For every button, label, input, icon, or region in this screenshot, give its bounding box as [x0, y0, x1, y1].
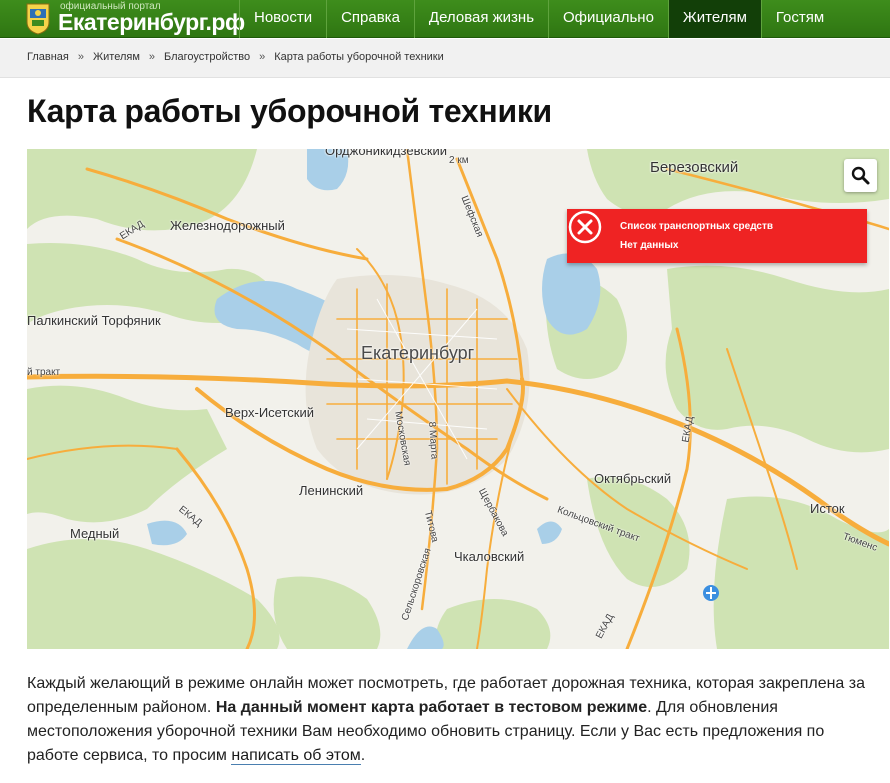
map-label-district: Верх-Исетский [225, 405, 314, 420]
map-label-district: Чкаловский [454, 549, 525, 564]
page-description: Каждый желающий в режиме онлайн может по… [27, 672, 867, 768]
map-search-button[interactable] [844, 159, 877, 192]
description-bold: На данный момент карта работает в тестов… [215, 699, 648, 716]
breadcrumb-separator: » [148, 51, 156, 63]
map-label-city-main: Екатеринбург [361, 343, 475, 363]
portal-title[interactable]: Екатеринбург.рф [58, 8, 245, 36]
nav-item-residents[interactable]: Жителям [667, 0, 761, 38]
coat-of-arms-logo[interactable] [24, 2, 52, 35]
breadcrumb-current: Карта работы уборочной техники [274, 51, 444, 63]
breadcrumb-separator: » [259, 51, 266, 63]
description-end: . [360, 747, 366, 764]
alert-title: Список транспортных средств [620, 221, 774, 232]
close-circle-icon[interactable] [567, 209, 603, 245]
breadcrumb-separator: » [77, 51, 84, 63]
breadcrumb-bar: Главная » Жителям » Благоустройство » Ка… [0, 39, 890, 78]
top-header: официальный портал Екатеринбург.рф Новос… [0, 0, 890, 38]
map-label-city: Березовский [650, 159, 739, 176]
nav-item-official[interactable]: Официально [548, 0, 668, 38]
map-label-locality: Палкинский Торфяник [27, 313, 161, 328]
search-icon [851, 166, 870, 185]
nav-item-guests[interactable]: Гостям [760, 0, 838, 38]
page-title: Карта работы уборочной техники [27, 93, 552, 129]
main-nav: Новости Справка Деловая жизнь Официально… [239, 0, 838, 38]
breadcrumb-home[interactable]: Главная [27, 51, 69, 63]
map-label-locality: Исток [810, 501, 845, 516]
breadcrumb: Главная » Жителям » Благоустройство » Ка… [27, 51, 444, 63]
vehicles-alert: Список транспортных средств Нет данных [567, 209, 867, 263]
alert-text: Нет данных [620, 240, 679, 251]
map-label-district: Орджоникидзевский [325, 149, 448, 158]
map-label-road: й тракт [27, 367, 61, 378]
nav-item-business[interactable]: Деловая жизнь [413, 0, 548, 38]
breadcrumb-residents[interactable]: Жителям [93, 51, 140, 63]
map-label-district: Октябрьский [594, 471, 672, 486]
nav-item-help[interactable]: Справка [326, 0, 414, 38]
map-label-district: Ленинский [299, 483, 364, 498]
map-scale-label: 2 км [449, 155, 469, 166]
nav-item-news[interactable]: Новости [239, 0, 326, 38]
map-label-district: Железнодорожный [170, 218, 285, 233]
map-label-locality: Медный [70, 526, 120, 541]
map-viewport[interactable]: Орджоникидзевский 2 км Березовский Желез… [27, 149, 889, 649]
write-about-it-link[interactable]: написать об этом [231, 747, 361, 765]
breadcrumb-improvement[interactable]: Благоустройство [164, 51, 250, 63]
